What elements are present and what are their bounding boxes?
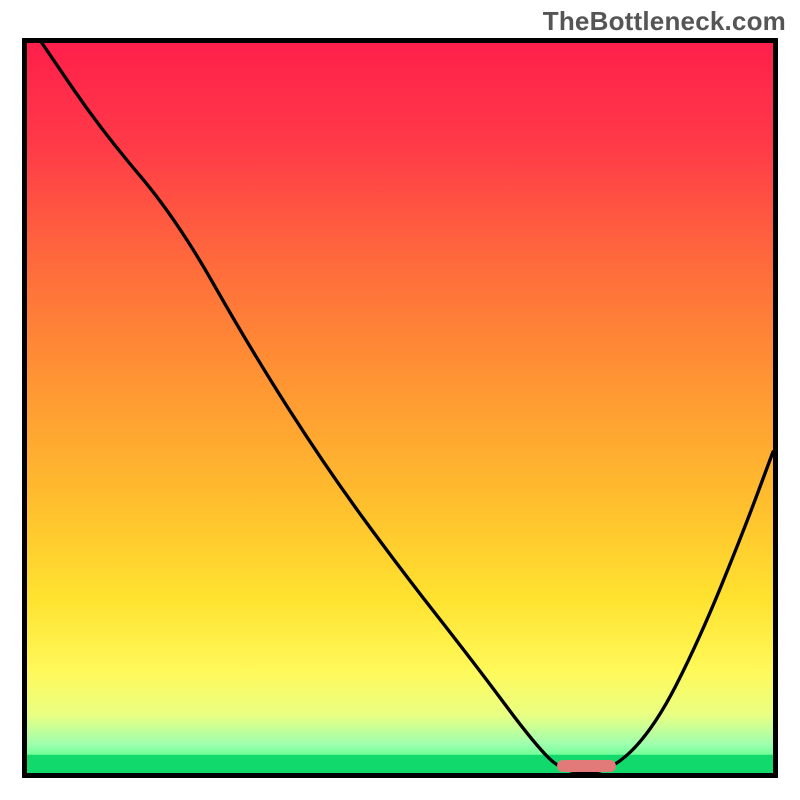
plot-area <box>27 43 773 773</box>
bottleneck-curve <box>42 43 773 773</box>
curve-svg <box>27 43 773 773</box>
plot-border <box>22 38 778 778</box>
watermark-text: TheBottleneck.com <box>543 6 786 37</box>
chart-frame: TheBottleneck.com <box>0 0 800 800</box>
